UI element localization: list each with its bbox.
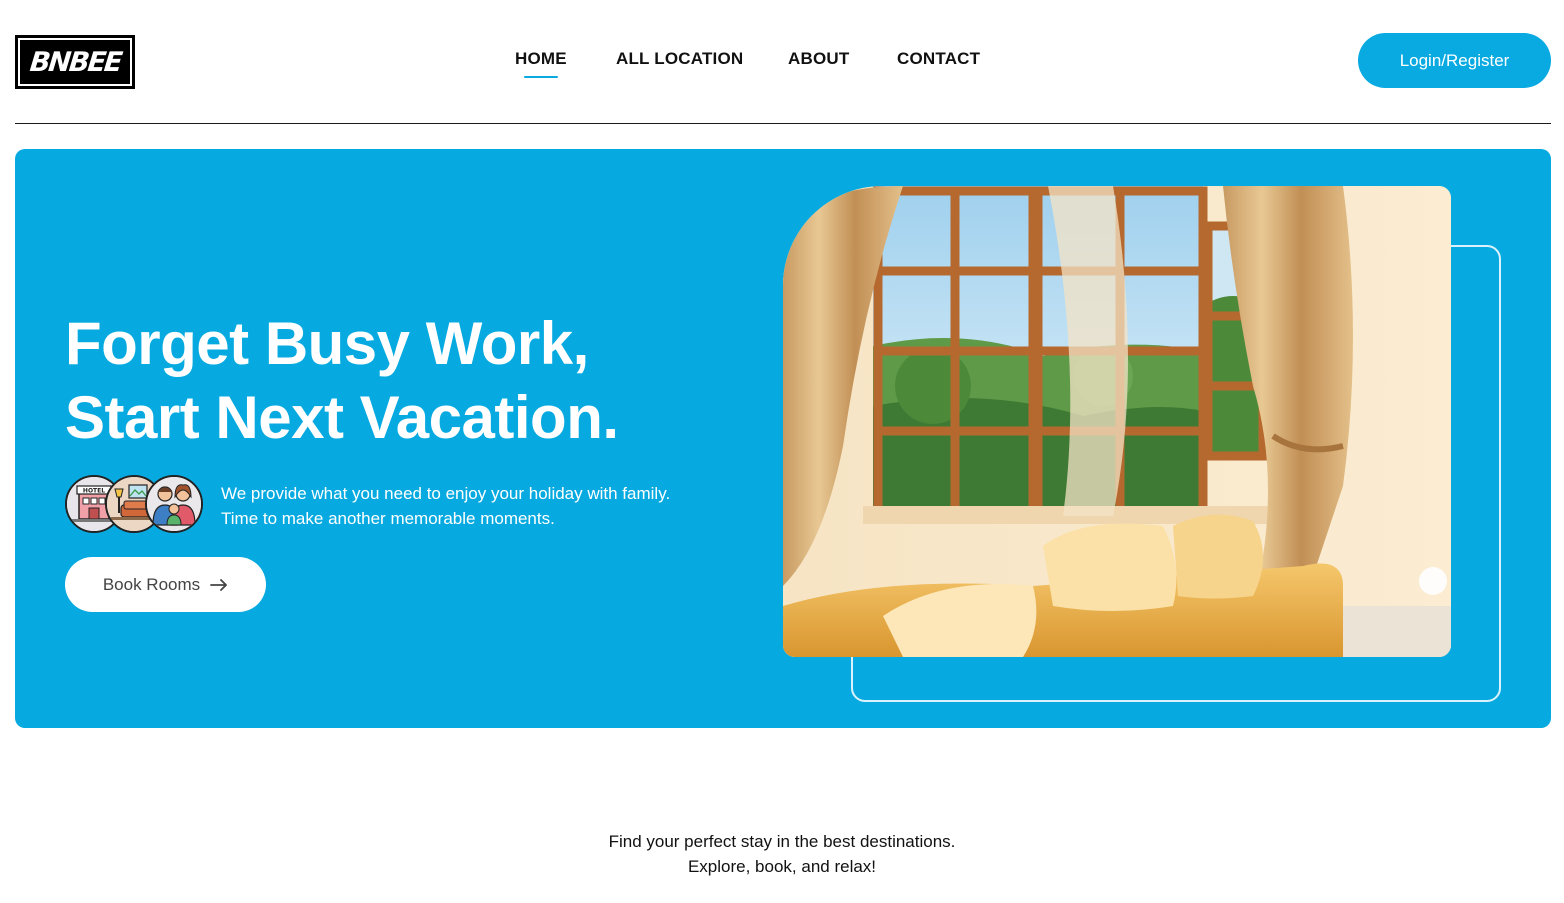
hero-title: Forget Busy Work, Start Next Vacation.	[65, 307, 619, 455]
nav-item-contact[interactable]: CONTACT	[897, 49, 980, 69]
nav-item-about[interactable]: ABOUT	[788, 49, 849, 69]
header-divider	[15, 123, 1551, 124]
hero-room-photo	[783, 186, 1451, 657]
book-rooms-button[interactable]: Book Rooms	[65, 557, 266, 612]
hero-description-line-1: We provide what you need to enjoy your h…	[221, 484, 671, 503]
book-rooms-label: Book Rooms	[102, 574, 201, 594]
hero-banner: Forget Busy Work, Start Next Vacation. H…	[15, 149, 1551, 728]
nav-item-home[interactable]: HOME	[515, 49, 567, 78]
hero-description-line-2: Time to make another memorable moments.	[221, 509, 555, 528]
tagline-line-2: Explore, book, and relax!	[687, 857, 877, 876]
hotel-sign-text: HOTEL	[83, 488, 105, 495]
main-nav: HOME ALL LOCATION ABOUT CONTACT	[0, 49, 1564, 89]
family-icon	[145, 475, 203, 533]
hero-title-line-1: Forget Busy Work,	[65, 310, 589, 377]
hero-description: We provide what you need to enjoy your h…	[221, 481, 670, 531]
site-header: BNBEE HOME ALL LOCATION ABOUT CONTACT Lo…	[0, 0, 1564, 124]
tagline: Find your perfect stay in the best desti…	[0, 829, 1564, 879]
nav-item-all-location[interactable]: ALL LOCATION	[616, 49, 743, 69]
login-register-button[interactable]: Login/Register	[1358, 33, 1551, 88]
hero-title-line-2: Start Next Vacation.	[65, 384, 619, 451]
tagline-line-1: Find your perfect stay in the best desti…	[608, 832, 956, 851]
arrow-right-icon	[210, 578, 228, 591]
avatar-group: HOTEL	[65, 475, 207, 535]
